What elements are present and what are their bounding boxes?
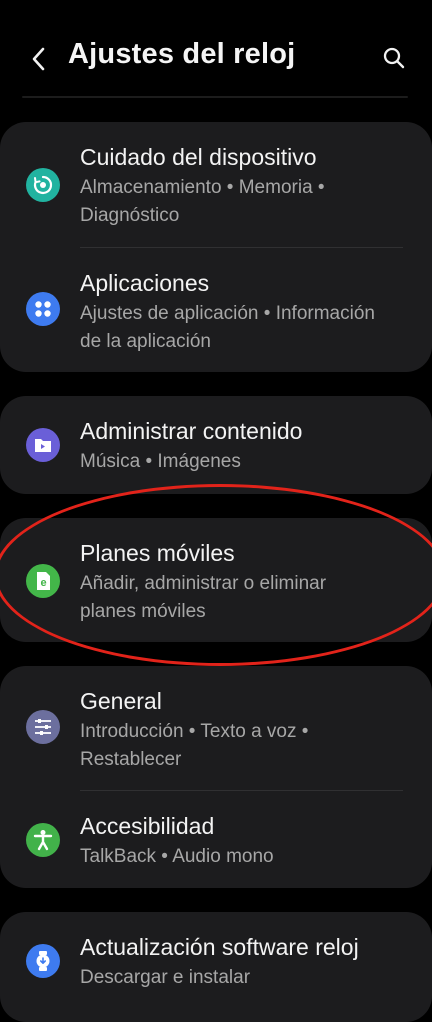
list-item-device-care[interactable]: Cuidado del dispositivo Almacenamiento •… (0, 122, 432, 248)
item-subtitle: Almacenamiento • Memoria • Diagnóstico (80, 177, 325, 226)
settings-group-4: General Introducción • Texto a voz • Res… (0, 666, 432, 888)
apps-icon (26, 292, 60, 326)
list-item-mobile-plans[interactable]: e Planes móviles Añadir, administrar o e… (0, 518, 432, 642)
svg-text:e: e (40, 577, 46, 589)
item-title: Planes móviles (80, 540, 235, 566)
settings-group-1: Cuidado del dispositivo Almacenamiento •… (0, 122, 432, 372)
list-item-apps[interactable]: Aplicaciones Ajustes de aplicación • Inf… (0, 248, 432, 372)
item-title: Aplicaciones (80, 270, 210, 296)
watch-update-icon (26, 944, 60, 978)
page-title: Ajustes del reloj (68, 38, 296, 70)
header-divider (22, 96, 408, 98)
item-subtitle: Ajustes de aplicación • Información de l… (80, 303, 375, 352)
item-subtitle: TalkBack • Audio mono (80, 846, 274, 867)
list-item-accessibility[interactable]: Accesibilidad TalkBack • Audio mono (0, 791, 432, 888)
item-title: General (80, 688, 162, 714)
item-title: Cuidado del dispositivo (80, 144, 317, 170)
search-icon (383, 47, 405, 69)
settings-group-2: Administrar contenido Música • Imágenes (0, 396, 432, 494)
top-app-bar: Ajustes del reloj (0, 0, 432, 100)
item-subtitle: Música • Imágenes (80, 451, 241, 472)
item-subtitle: Introducción • Texto a voz • Restablecer (80, 721, 309, 770)
list-item-manage-content[interactable]: Administrar contenido Música • Imágenes (0, 396, 432, 494)
list-item-watch-software-update[interactable]: Actualización software reloj Descargar e… (0, 912, 432, 1010)
sliders-icon (26, 710, 60, 744)
item-title: Administrar contenido (80, 418, 303, 444)
item-subtitle: Añadir, administrar o eliminar planes mó… (80, 573, 327, 622)
settings-group-5: Actualización software reloj Descargar e… (0, 912, 432, 1022)
chevron-left-icon (32, 47, 45, 71)
settings-group-3: e Planes móviles Añadir, administrar o e… (0, 518, 432, 642)
item-title: Actualización software reloj (80, 934, 359, 960)
device-care-icon (26, 168, 60, 202)
content-folder-icon (26, 428, 60, 462)
accessibility-icon (26, 823, 60, 857)
esim-icon: e (26, 564, 60, 598)
list-item-general[interactable]: General Introducción • Texto a voz • Res… (0, 666, 432, 790)
item-title: Accesibilidad (80, 813, 215, 839)
search-button[interactable] (376, 40, 412, 76)
back-button[interactable] (22, 42, 56, 76)
item-subtitle: Descargar e instalar (80, 967, 251, 988)
